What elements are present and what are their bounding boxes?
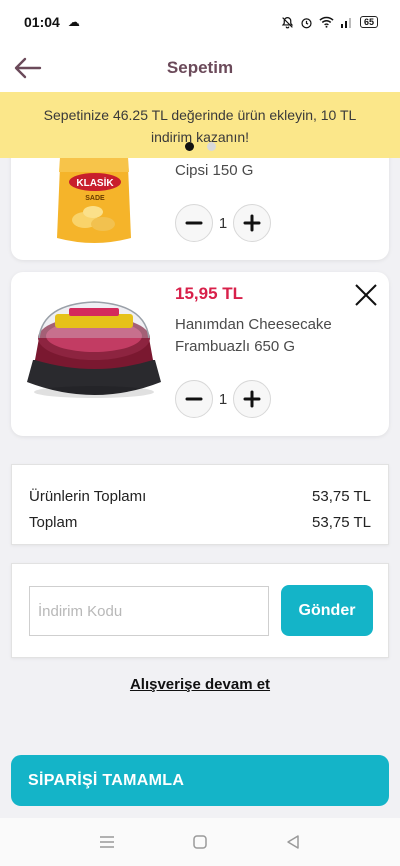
quantity-value: 1 bbox=[218, 390, 228, 408]
product-image-sub: SADE bbox=[85, 195, 105, 202]
quantity-stepper: 1 bbox=[175, 204, 271, 242]
cheesecake-product-image bbox=[27, 301, 161, 398]
subtotal-row: Ürünlerin Toplamı 53,75 TL bbox=[29, 483, 371, 509]
increase-button[interactable] bbox=[233, 380, 271, 418]
plus-icon bbox=[243, 390, 261, 408]
alarm-icon bbox=[301, 17, 312, 28]
cloud-icon: ☁ bbox=[67, 15, 80, 29]
menu-icon bbox=[99, 836, 114, 848]
status-bar: 01:04 ☁ 65 bbox=[0, 0, 400, 44]
minus-icon bbox=[185, 221, 203, 225]
increase-button[interactable] bbox=[233, 204, 271, 242]
plus-icon bbox=[243, 214, 261, 232]
arrow-left-icon bbox=[14, 57, 42, 79]
decrease-button[interactable] bbox=[175, 204, 213, 242]
coupon-panel: Gönder bbox=[11, 563, 389, 658]
menu-nav-button[interactable] bbox=[87, 822, 127, 862]
status-icons: 65 bbox=[281, 16, 378, 29]
signal-icon bbox=[340, 18, 351, 28]
close-icon bbox=[355, 284, 377, 306]
apply-coupon-button[interactable]: Gönder bbox=[281, 585, 373, 636]
system-nav-bar bbox=[0, 818, 400, 866]
home-nav-button[interactable] bbox=[180, 822, 220, 862]
total-value: 53,75 TL bbox=[312, 513, 371, 531]
minus-icon bbox=[185, 397, 203, 401]
home-square-icon bbox=[193, 835, 207, 849]
bell-off-icon bbox=[281, 16, 294, 28]
back-nav-button[interactable] bbox=[273, 822, 313, 862]
quantity-value: 1 bbox=[218, 214, 228, 232]
remove-item-button[interactable] bbox=[353, 282, 379, 308]
carousel-dot[interactable] bbox=[206, 142, 216, 151]
back-button[interactable] bbox=[10, 50, 46, 86]
app-header: Sepetim bbox=[0, 44, 400, 92]
back-triangle-icon bbox=[287, 835, 300, 849]
product-name: Hanımdan Cheesecake Frambuazlı 650 G bbox=[175, 316, 332, 355]
total-label: Toplam bbox=[29, 513, 78, 531]
carousel-dots bbox=[0, 142, 400, 151]
decrease-button[interactable] bbox=[175, 380, 213, 418]
product-name: Cipsi 150 G bbox=[175, 162, 254, 179]
subtotal-value: 53,75 TL bbox=[312, 487, 371, 505]
cart-item: 15,95 TL Hanımdan Cheesecake Frambuazlı … bbox=[11, 272, 389, 436]
continue-shopping-link[interactable]: Alışverişe devam et bbox=[0, 676, 400, 693]
coupon-code-input[interactable] bbox=[29, 586, 269, 636]
quantity-stepper: 1 bbox=[175, 380, 271, 418]
complete-order-button[interactable]: SİPARİŞİ TAMAMLA bbox=[11, 755, 389, 806]
totals-panel: Ürünlerin Toplamı 53,75 TL Toplam 53,75 … bbox=[11, 464, 389, 545]
carousel-dot-active[interactable] bbox=[184, 142, 194, 151]
page-title: Sepetim bbox=[166, 58, 234, 77]
battery-icon: 65 bbox=[359, 16, 378, 28]
product-price: 15,95 TL bbox=[175, 284, 244, 303]
status-time: 01:04 bbox=[24, 14, 60, 30]
total-row: Toplam 53,75 TL bbox=[29, 509, 371, 535]
wifi-icon bbox=[319, 16, 334, 28]
product-image-label: KLASİK bbox=[76, 176, 114, 189]
subtotal-label: Ürünlerin Toplamı bbox=[29, 487, 147, 505]
